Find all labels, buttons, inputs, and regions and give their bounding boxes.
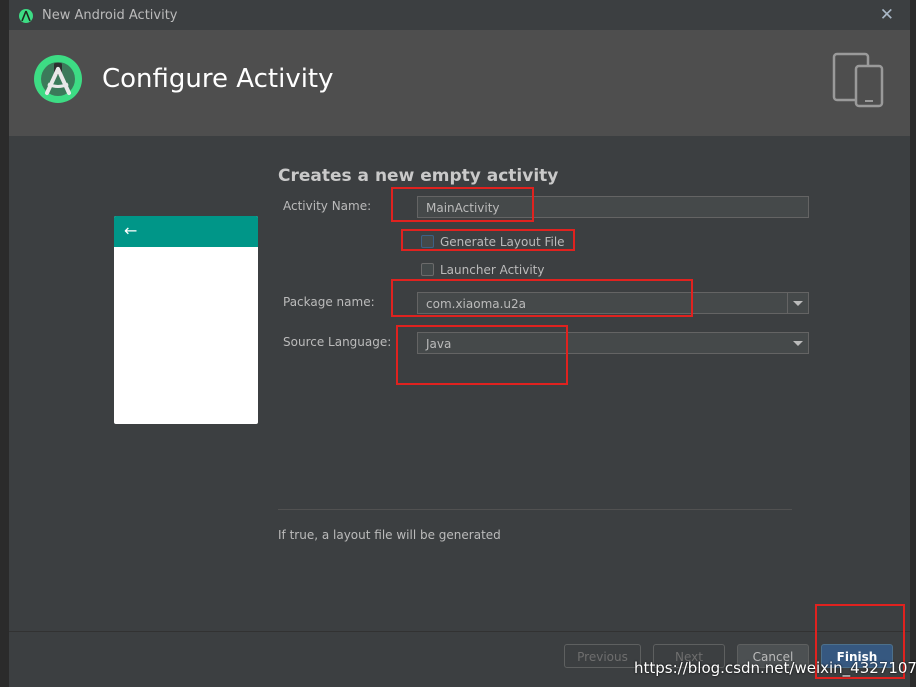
back-arrow-icon: ← [124,221,138,240]
dialog-header: Configure Activity [9,30,910,136]
package-name-label: Package name: [283,295,375,309]
annotation-box-source-language [396,325,568,385]
activity-preview: ← [114,216,258,424]
divider [278,509,792,510]
close-icon[interactable]: ✕ [880,5,894,25]
launcher-activity-checkbox[interactable] [421,263,434,276]
android-studio-icon [19,9,33,23]
background-edge-right [910,0,916,687]
device-form-factor-icon [832,52,884,108]
launcher-activity-label: Launcher Activity [440,263,545,277]
annotation-box-package-name [391,279,693,317]
source-language-label: Source Language: [283,335,392,349]
chevron-down-icon[interactable] [787,293,808,313]
chevron-down-icon[interactable] [788,333,808,353]
section-title: Creates a new empty activity [278,166,559,186]
page-title: Configure Activity [102,64,334,94]
window-title: New Android Activity [42,8,178,23]
annotation-box-generate-layout [401,229,575,251]
footer-divider [9,631,910,632]
annotation-box-activity-name [391,187,534,222]
watermark-text: https://blog.csdn.net/weixin_43271077 [634,659,916,677]
background-edge-left [0,0,9,687]
android-studio-logo-icon [34,55,82,103]
help-text: If true, a layout file will be generated [278,528,501,542]
activity-name-label: Activity Name: [283,199,372,213]
previous-button[interactable]: Previous [564,644,641,668]
title-bar: New Android Activity ✕ [9,0,910,31]
preview-app-bar: ← [114,216,258,247]
